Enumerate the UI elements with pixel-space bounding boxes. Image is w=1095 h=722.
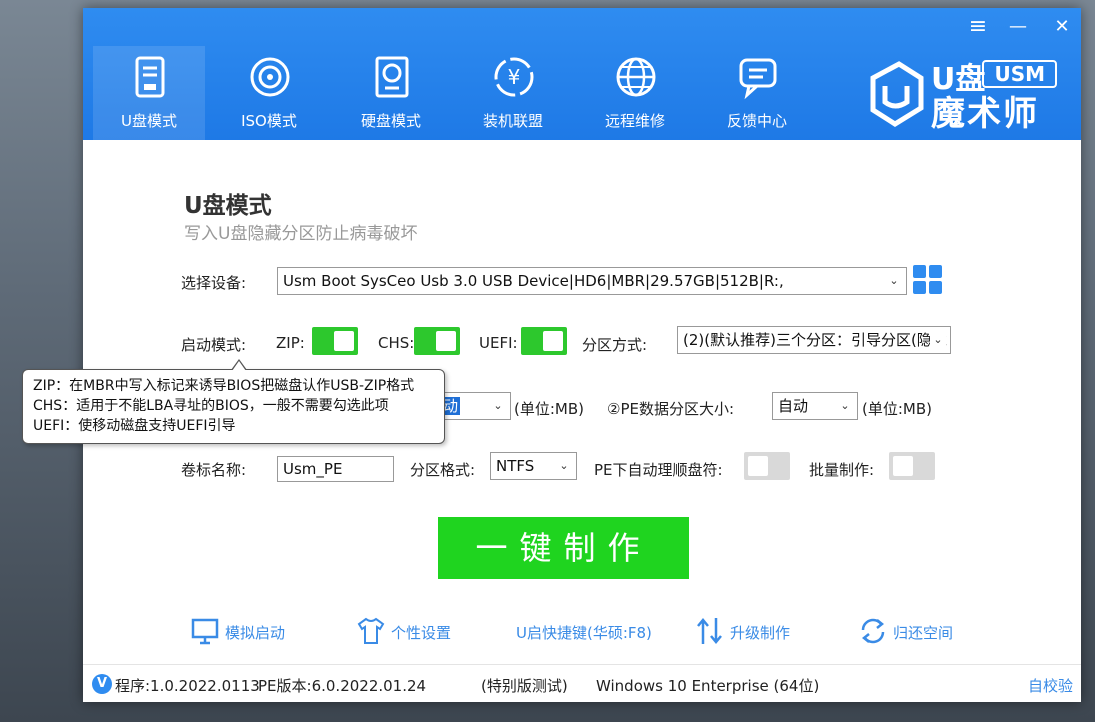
boot-mode-tooltip: ZIP：在MBR中写入标记来诱导BIOS把磁盘认作USB-ZIP格式 CHS：适… <box>22 359 445 444</box>
tab-label: 装机联盟 <box>482 112 543 130</box>
one-click-make-button[interactable]: 一键制作 <box>438 517 689 579</box>
refresh-icon <box>861 618 885 644</box>
device-select-value: Usm Boot SysCeo Usb 3.0 USB Device|HD6|M… <box>283 272 784 290</box>
tool-label: 升级制作 <box>730 624 791 642</box>
chevron-down-icon: ⌄ <box>556 453 572 479</box>
page-title: U盘模式 <box>184 193 272 219</box>
upgrade-make-button[interactable]: 升级制作 <box>696 616 796 646</box>
brand-name: 魔术师 <box>931 94 1039 134</box>
pe-data-size-label: ②PE数据分区大小: <box>607 400 735 418</box>
tooltip-line-chs: CHS：适用于不能LBA寻址的BIOS，一般不需要勾选此项 <box>33 398 389 414</box>
tab-iso-mode[interactable]: ISO模式 <box>213 46 325 140</box>
filesystem-label: 分区格式: <box>410 461 476 479</box>
tooltip-line-zip: ZIP：在MBR中写入标记来诱导BIOS把磁盘认作USB-ZIP格式 <box>33 378 415 394</box>
filesystem-select[interactable]: NTFS ⌄ <box>490 452 577 480</box>
chevron-down-icon: ⌄ <box>886 268 902 294</box>
disc-icon <box>250 57 290 97</box>
minimize-button[interactable]: — <box>1003 14 1033 40</box>
pe-version: PE版本:6.0.2022.01.24 <box>258 677 427 695</box>
usb-drive-icon <box>135 56 165 98</box>
zip-label: ZIP: <box>276 334 305 352</box>
globe-icon <box>616 57 656 97</box>
boot-partition-size-select[interactable]: 动 ⌄ <box>435 392 511 420</box>
unit-label-1: (单位:MB) <box>514 400 584 418</box>
restore-space-button[interactable]: 归还空间 <box>859 616 959 646</box>
simulate-boot-button[interactable]: 模拟启动 <box>191 616 291 646</box>
tab-label: ISO模式 <box>241 112 297 130</box>
program-version: 程序:1.0.2022.0113 <box>115 677 260 695</box>
hard-disk-icon <box>375 56 409 98</box>
unit-label-2: (单位:MB) <box>862 400 932 418</box>
grid-menu-icon[interactable] <box>913 265 943 295</box>
usm-badge: USM <box>982 60 1057 88</box>
tab-feedback-center[interactable]: 反馈中心 <box>701 46 813 140</box>
chevron-down-icon: ⌄ <box>837 393 853 419</box>
partition-method-value: (2)(默认推荐)三个分区：引导分区(隐藏 <box>683 331 947 349</box>
tool-label: 个性设置 <box>391 624 452 642</box>
tool-label: U启快捷键(华硕:F8) <box>516 624 652 642</box>
pe-auto-drive-toggle[interactable] <box>744 452 790 480</box>
chat-icon <box>739 58 777 100</box>
volume-name-input[interactable]: Usm_PE <box>277 456 394 482</box>
tab-remote-repair[interactable]: 远程维修 <box>579 46 691 140</box>
chevron-down-icon: ⌄ <box>490 393 506 419</box>
shirt-icon <box>357 617 385 644</box>
boot-shortcut-key-link[interactable]: U启快捷键(华硕:F8) <box>516 616 656 646</box>
uefi-toggle[interactable] <box>521 327 567 355</box>
personal-settings-button[interactable]: 个性设置 <box>357 616 457 646</box>
volume-name-label: 卷标名称: <box>181 461 247 479</box>
monitor-icon <box>191 618 219 645</box>
edition-label: (特别版测试) <box>481 677 568 695</box>
tool-label: 归还空间 <box>893 624 954 642</box>
chevron-down-icon: ⌄ <box>930 327 946 353</box>
menu-button[interactable]: ≡ <box>963 14 993 40</box>
device-select[interactable]: Usm Boot SysCeo Usb 3.0 USB Device|HD6|M… <box>277 267 907 295</box>
device-label: 选择设备: <box>181 274 247 292</box>
filesystem-value: NTFS <box>496 457 535 475</box>
version-badge: V <box>92 674 112 694</box>
os-info: Windows 10 Enterprise (64位) <box>596 677 820 695</box>
tab-label: U盘模式 <box>121 112 177 130</box>
tab-label: 远程维修 <box>604 112 665 130</box>
pe-data-size-value: 自动 <box>778 397 809 415</box>
yen-coin-icon: ¥ <box>494 57 534 97</box>
chs-toggle[interactable] <box>414 327 460 355</box>
header-bar: ≡ — ✕ U盘模式 ISO模式 硬盘模式 ¥ 装机联盟 远程维修 反馈中心 U… <box>83 8 1081 140</box>
volume-name-value: Usm_PE <box>283 460 343 478</box>
upgrade-arrows-icon <box>697 618 722 644</box>
batch-make-toggle[interactable] <box>889 452 935 480</box>
tab-label: 反馈中心 <box>726 112 787 130</box>
tab-label: 硬盘模式 <box>360 112 421 130</box>
chs-label: CHS: <box>378 334 415 352</box>
uefi-label: UEFI: <box>479 334 518 352</box>
zip-toggle[interactable] <box>312 327 358 355</box>
close-button[interactable]: ✕ <box>1047 14 1077 40</box>
status-bar: V 程序:1.0.2022.0113 PE版本:6.0.2022.01.24 (… <box>83 664 1081 702</box>
pe-data-size-select[interactable]: 自动 ⌄ <box>772 392 858 420</box>
partition-method-label: 分区方式: <box>582 336 648 354</box>
page-subtitle: 写入U盘隐藏分区防止病毒破坏 <box>184 224 418 244</box>
tooltip-line-uefi: UEFI：使移动磁盘支持UEFI引导 <box>33 418 236 434</box>
batch-make-label: 批量制作: <box>809 461 875 479</box>
brand-logo: U盘 USM 魔术师 <box>863 54 1067 134</box>
tab-install-alliance[interactable]: ¥ 装机联盟 <box>457 46 569 140</box>
pe-auto-drive-label: PE下自动理顺盘符: <box>594 461 723 479</box>
boot-mode-label: 启动模式: <box>181 336 247 354</box>
svg-text:¥: ¥ <box>508 65 521 89</box>
tool-label: 模拟启动 <box>225 624 286 642</box>
self-verify-link[interactable]: 自校验 <box>1028 675 1073 696</box>
partition-method-select[interactable]: (2)(默认推荐)三个分区：引导分区(隐藏 ⌄ <box>677 326 951 354</box>
usm-logo-icon <box>870 61 924 127</box>
tab-u-disk-mode[interactable]: U盘模式 <box>93 46 205 140</box>
tab-hard-disk-mode[interactable]: 硬盘模式 <box>335 46 447 140</box>
app-window: ≡ — ✕ U盘模式 ISO模式 硬盘模式 ¥ 装机联盟 远程维修 反馈中心 U… <box>83 8 1081 702</box>
